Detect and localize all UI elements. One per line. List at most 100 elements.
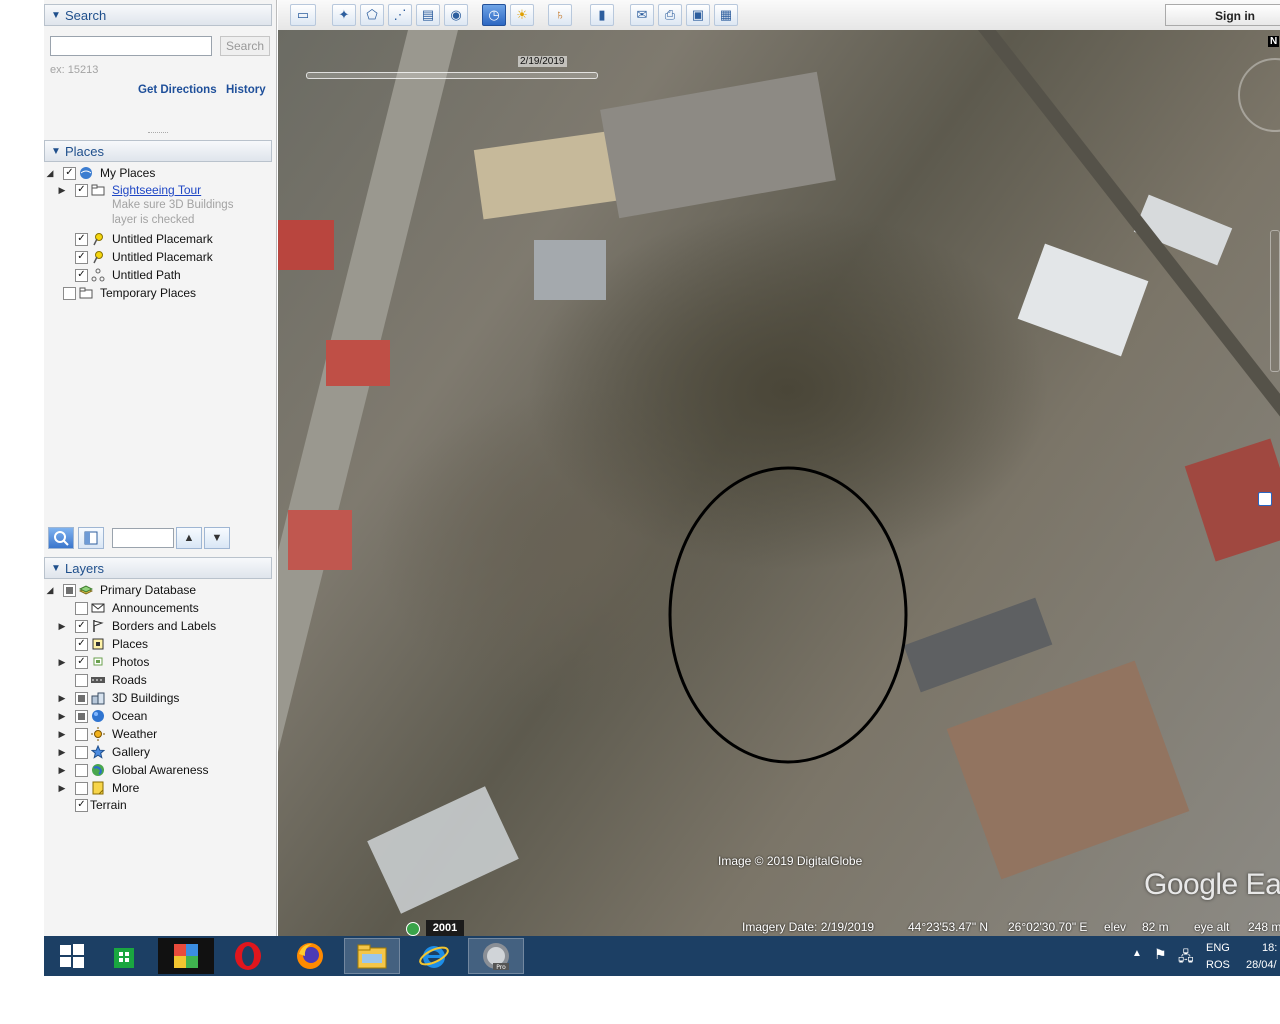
expand-triangle-icon[interactable]: ▶ [57,181,67,199]
checkbox[interactable] [75,728,88,741]
record-tour-button[interactable]: ◉ [444,4,468,26]
expand-triangle-icon[interactable]: ▶ [57,725,67,743]
checkbox[interactable] [75,602,88,615]
email-button[interactable]: ✉ [630,4,654,26]
checkbox[interactable]: ✓ [75,184,88,197]
places-item-path[interactable]: ✓ Untitled Path [44,266,276,284]
save-image-button[interactable]: ▣ [686,4,710,26]
checkbox[interactable]: ✓ [75,620,88,633]
layer-more[interactable]: ▶ More [44,779,276,797]
checkbox[interactable]: ✓ [75,799,88,812]
zoom-slider[interactable] [1270,230,1280,372]
network-icon[interactable]: 🖧 [1178,946,1194,970]
print-button[interactable]: ⎙ [658,4,682,26]
expand-triangle-icon[interactable]: ▶ [57,779,67,797]
checkbox[interactable]: ✓ [75,233,88,246]
add-image-overlay-button[interactable]: ▤ [416,4,440,26]
expand-triangle-icon[interactable]: ◢ [45,164,55,182]
expand-triangle-icon[interactable]: ▶ [57,689,67,707]
checkbox[interactable] [63,584,76,597]
places-item-placemark-2[interactable]: ✓ Untitled Placemark [44,248,276,266]
expand-triangle-icon[interactable]: ▶ [57,653,67,671]
expand-triangle-icon[interactable]: ◢ [45,581,55,599]
places-item-my-places[interactable]: ◢ ✓ My Places [44,164,276,182]
checkbox[interactable] [75,692,88,705]
layer-gallery[interactable]: ▶ Gallery [44,743,276,761]
layers-pane-header[interactable]: ▼ Layers [44,557,272,579]
collapse-triangle-icon[interactable]: ▼ [51,141,61,163]
layer-places[interactable]: ✓ Places [44,635,276,653]
language-bottom[interactable]: ROS [1206,959,1230,971]
language-top[interactable]: ENG [1206,942,1230,954]
expand-triangle-icon[interactable]: ▶ [57,743,67,761]
checkbox[interactable]: ✓ [63,167,76,180]
slider-track[interactable] [306,72,598,79]
store-taskbar-button[interactable] [96,938,152,974]
sidebar-toggle-button[interactable]: ▭ [290,4,316,26]
compass-north-label[interactable]: N [1268,36,1280,47]
layer-roads[interactable]: Roads [44,671,276,689]
search-input[interactable] [50,36,212,56]
layer-borders-labels[interactable]: ▶ ✓ Borders and Labels [44,617,276,635]
internet-explorer-taskbar-button[interactable] [406,938,462,974]
places-item-temporary[interactable]: Temporary Places [44,284,276,302]
places-pane-header[interactable]: ▼ Places [44,140,272,162]
checkbox[interactable] [75,674,88,687]
layers-search-input[interactable] [112,528,174,548]
resize-grip[interactable] [148,132,168,136]
layer-primary-database[interactable]: ◢ Primary Database [44,581,276,599]
expand-triangle-icon[interactable]: ▶ [57,761,67,779]
layer-weather[interactable]: ▶ Weather [44,725,276,743]
clock-date[interactable]: 28/04/ [1246,959,1277,971]
sunlight-button[interactable]: ☀ [510,4,534,26]
layer-global-awareness[interactable]: ▶ Global Awareness [44,761,276,779]
move-down-button[interactable]: ▼ [204,527,230,549]
history-link[interactable]: History [226,84,266,96]
move-up-button[interactable]: ▲ [176,527,202,549]
checkbox[interactable]: ✓ [75,656,88,669]
flag-icon[interactable]: ⚑ [1154,946,1167,963]
layer-3d-buildings[interactable]: ▶ 3D Buildings [44,689,276,707]
clock-time[interactable]: 18: [1262,942,1277,954]
file-explorer-taskbar-button[interactable] [344,938,400,974]
planets-button[interactable]: ♄ [548,4,572,26]
checkbox[interactable] [75,710,88,723]
checkbox[interactable] [63,287,76,300]
checkbox[interactable]: ✓ [75,251,88,264]
add-placemark-button[interactable]: ✦ [332,4,356,26]
historical-date-slider[interactable]: 2/19/2019 [306,56,598,82]
google-earth-pro-taskbar-button[interactable]: Pro [468,938,524,974]
checkbox[interactable]: ✓ [75,269,88,282]
checkbox[interactable] [75,782,88,795]
checkbox[interactable]: ✓ [75,638,88,651]
get-directions-link[interactable]: Get Directions [138,84,217,96]
collapse-triangle-icon[interactable]: ▼ [51,5,61,27]
windows-start-button[interactable] [44,938,100,974]
view-in-maps-button[interactable]: ▦ [714,4,738,26]
collapse-triangle-icon[interactable]: ▼ [51,558,61,580]
firefox-taskbar-button[interactable] [282,938,338,974]
sign-in-button[interactable]: Sign in [1165,4,1280,26]
street-view-peg-icon[interactable] [1258,492,1272,506]
layer-photos[interactable]: ▶ ✓ Photos [44,653,276,671]
checkbox[interactable] [75,746,88,759]
historical-imagery-button[interactable]: ◷ [482,4,506,26]
search-pane-header[interactable]: ▼ Search [44,4,272,26]
search-button[interactable]: Search [220,36,270,56]
add-path-button[interactable]: ⋰ [388,4,412,26]
colorful-app-taskbar-button[interactable] [158,938,214,974]
expand-triangle-icon[interactable]: ▶ [57,617,67,635]
opera-taskbar-button[interactable] [220,938,276,974]
add-polygon-button[interactable]: ⬠ [360,4,384,26]
map-view[interactable]: 2/19/2019 N Image © 2019 DigitalGlobe Go… [278,30,1280,936]
layer-ocean[interactable]: ▶ Ocean [44,707,276,725]
places-item-placemark-1[interactable]: ✓ Untitled Placemark [44,230,276,248]
expand-triangle-icon[interactable]: ▶ [57,707,67,725]
search-layers-button[interactable] [48,527,74,549]
layer-announcements[interactable]: Announcements [44,599,276,617]
layer-terrain[interactable]: ✓ Terrain [44,796,276,814]
checkbox[interactable] [75,764,88,777]
panel-toggle-button[interactable] [78,527,104,549]
ruler-button[interactable]: ▮ [590,4,614,26]
tray-overflow-icon[interactable]: ▲ [1132,948,1142,959]
